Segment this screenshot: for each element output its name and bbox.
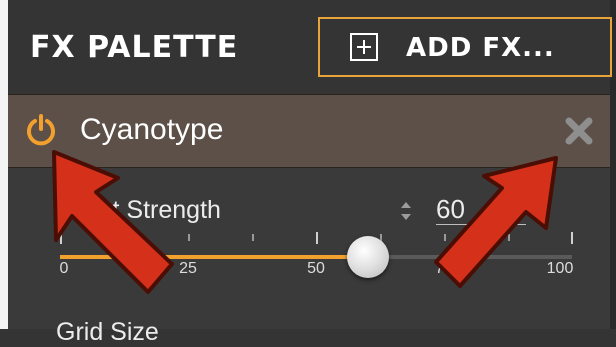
- slider-tick-37: [252, 234, 254, 241]
- effect-strength-value[interactable]: 60: [436, 194, 526, 225]
- slider-tick-75: [444, 234, 446, 241]
- tick-label-75: 75: [435, 260, 453, 277]
- effect-strength-slider[interactable]: [60, 255, 572, 259]
- next-parameter-label: Grid Size: [56, 318, 159, 346]
- effect-header-bar[interactable]: Cyanotype: [8, 94, 610, 168]
- slider-tick-12: [124, 234, 126, 241]
- tick-label-100: 100: [546, 260, 574, 277]
- slider-tick-87: [508, 234, 510, 241]
- slider-tick-25: [188, 234, 190, 241]
- tick-label-0: 0: [59, 260, 69, 277]
- add-fx-label: ADD FX...: [406, 33, 555, 63]
- effect-parameters-panel: Effect Strength 60 0 25 50 75 100 Grid S…: [8, 168, 610, 346]
- effect-strength-label: Effect Strength: [56, 196, 221, 224]
- slider-tick-100: [571, 232, 573, 244]
- slider-tick-50: [316, 232, 318, 244]
- fx-palette-header: FX PALETTE ADD FX...: [8, 0, 612, 92]
- slider-fill: [60, 255, 368, 259]
- slider-thumb[interactable]: [347, 236, 389, 278]
- fx-palette-title: FX PALETTE: [30, 30, 239, 65]
- effect-name: Cyanotype: [80, 113, 224, 146]
- add-fx-button[interactable]: ADD FX...: [318, 17, 612, 77]
- stepper-arrows-icon[interactable]: [400, 200, 412, 222]
- plus-icon: [350, 33, 378, 61]
- slider-tick-0: [60, 232, 62, 244]
- tick-label-25: 25: [179, 260, 197, 277]
- power-icon[interactable]: [24, 113, 58, 147]
- close-icon[interactable]: [564, 116, 594, 146]
- tick-label-50: 50: [307, 260, 325, 277]
- left-window-edge: [0, 0, 8, 329]
